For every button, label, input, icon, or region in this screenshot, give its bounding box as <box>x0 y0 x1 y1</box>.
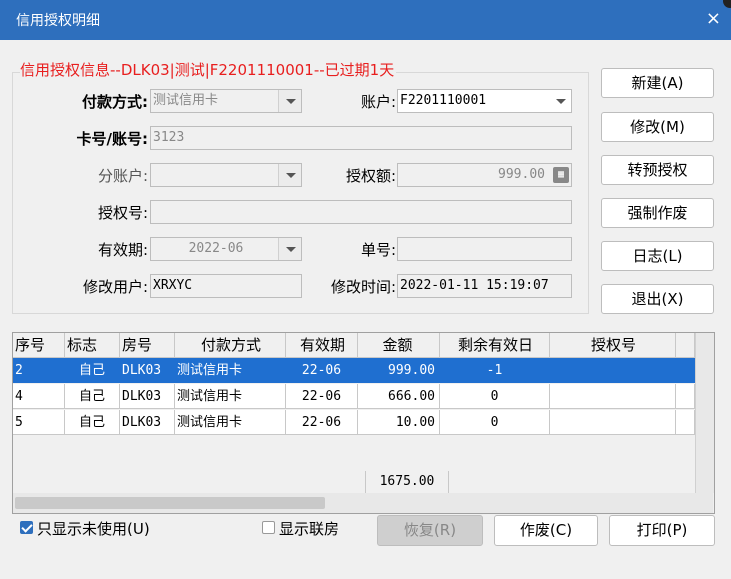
table-header-cell: 序号 <box>13 333 65 358</box>
modify-time-field[interactable]: 2022-01-11 15:19:07 <box>397 274 572 298</box>
show-linked-label[interactable]: 显示联房 <box>279 518 339 539</box>
modify-time-label: 修改时间: <box>330 278 396 296</box>
void-button[interactable]: 作废(C) <box>494 515 598 546</box>
table-cell: DLK03 <box>120 410 175 435</box>
payment-method-value: 测试信用卡 <box>153 93 219 108</box>
group-title: 信用授权信息--DLK03|测试|F2201110001--已过期1天 <box>20 59 397 80</box>
horizontal-scrollbar[interactable] <box>13 493 713 513</box>
table-cell: 5 <box>13 410 65 435</box>
table-cell: 自己 <box>65 384 120 409</box>
table-cell: 测试信用卡 <box>175 358 286 383</box>
table-header-cell: 付款方式 <box>175 333 286 358</box>
table-header-cell: 标志 <box>65 333 120 358</box>
table-cell: 10.00 <box>358 410 440 435</box>
table-cell: 22-06 <box>286 410 358 435</box>
table-header-cell: 房号 <box>120 333 175 358</box>
corner-decoration <box>723 0 731 8</box>
auth-number-label: 授权号: <box>97 204 148 222</box>
table-cell: 测试信用卡 <box>175 384 286 409</box>
payment-method-select[interactable]: 测试信用卡 <box>150 89 302 113</box>
calculator-icon[interactable]: ▦ <box>553 167 569 183</box>
only-unused-checkbox[interactable] <box>20 521 33 534</box>
modify-user-field[interactable]: XRXYC <box>150 274 302 298</box>
only-unused-label[interactable]: 只显示未使用(U) <box>37 518 150 539</box>
valid-date-label: 有效期: <box>97 241 148 259</box>
title-bar: 信用授权明细 × <box>0 0 731 40</box>
pre-auth-button[interactable]: 转预授权 <box>601 155 714 185</box>
chevron-down-icon <box>278 164 301 186</box>
card-number-label: 卡号/账号: <box>76 130 148 148</box>
table-cell: 22-06 <box>286 358 358 383</box>
valid-date-select[interactable]: 2022-06 <box>150 237 302 261</box>
table-cell: 0 <box>440 384 550 409</box>
table-cell <box>676 384 695 409</box>
table-cell: 4 <box>13 384 65 409</box>
close-icon[interactable]: × <box>706 8 721 29</box>
table-header-row: 序号 标志 房号 付款方式 有效期 金额 剩余有效日 授权号 <box>13 333 695 358</box>
table-cell: 666.00 <box>358 384 440 409</box>
table-cell: 999.00 <box>358 358 440 383</box>
vertical-scrollbar[interactable] <box>695 333 714 493</box>
table-cell: 自己 <box>65 410 120 435</box>
auth-number-field[interactable] <box>150 200 572 224</box>
restore-button[interactable]: 恢复(R) <box>377 515 483 546</box>
table-cell: 0 <box>440 410 550 435</box>
chevron-down-icon <box>278 90 301 112</box>
table-header-cell <box>676 333 695 358</box>
table-cell <box>550 410 676 435</box>
card-number-field[interactable]: 3123 <box>150 126 572 150</box>
auth-table[interactable]: 序号 标志 房号 付款方式 有效期 金额 剩余有效日 授权号 2 自己 DLK03 测试信用卡 22-0… <box>12 332 715 514</box>
valid-date-value: 2022-06 <box>188 241 244 256</box>
exit-button[interactable]: 退出(X) <box>601 284 714 314</box>
account-label: 账户: <box>360 93 396 111</box>
show-linked-checkbox[interactable] <box>262 521 275 534</box>
table-cell: DLK03 <box>120 384 175 409</box>
auth-amount-label: 授权额: <box>345 167 396 185</box>
table-cell: 测试信用卡 <box>175 410 286 435</box>
bill-number-label: 单号: <box>360 241 396 259</box>
new-button[interactable]: 新建(A) <box>601 68 714 98</box>
table-cell <box>676 358 695 383</box>
log-button[interactable]: 日志(L) <box>601 241 714 271</box>
table-cell: 22-06 <box>286 384 358 409</box>
table-row[interactable]: 5 自己 DLK03 测试信用卡 22-06 10.00 0 <box>13 410 695 435</box>
modify-user-label: 修改用户: <box>82 278 148 296</box>
table-cell: 2 <box>13 358 65 383</box>
scrollbar-thumb[interactable] <box>15 497 325 509</box>
chevron-down-icon <box>549 90 571 112</box>
table-cell: 自己 <box>65 358 120 383</box>
sub-account-select[interactable] <box>150 163 302 187</box>
bill-number-field[interactable] <box>397 237 572 261</box>
table-header-cell: 授权号 <box>550 333 676 358</box>
auth-amount-field[interactable]: 999.00 ▦ <box>397 163 572 187</box>
window-title: 信用授权明细 <box>16 13 100 29</box>
chevron-down-icon <box>278 238 301 260</box>
table-cell <box>550 384 676 409</box>
payment-method-label: 付款方式: <box>82 93 148 111</box>
account-value: F2201110001 <box>400 93 487 108</box>
auth-amount-value: 999.00 <box>498 167 545 182</box>
table-cell <box>676 410 695 435</box>
amount-total: 1675.00 <box>365 471 449 493</box>
table-row[interactable]: 2 自己 DLK03 测试信用卡 22-06 999.00 -1 <box>13 358 695 383</box>
table-header-cell: 金额 <box>358 333 440 358</box>
table-row[interactable]: 4 自己 DLK03 测试信用卡 22-06 666.00 0 <box>13 384 695 409</box>
account-select[interactable]: F2201110001 <box>397 89 572 113</box>
print-button[interactable]: 打印(P) <box>609 515 715 546</box>
table-cell: -1 <box>440 358 550 383</box>
force-void-button[interactable]: 强制作废 <box>601 198 714 228</box>
table-header-cell: 有效期 <box>286 333 358 358</box>
table-cell <box>550 358 676 383</box>
table-header-cell: 剩余有效日 <box>440 333 550 358</box>
table-cell: DLK03 <box>120 358 175 383</box>
modify-button[interactable]: 修改(M) <box>601 112 714 142</box>
sub-account-label: 分账户: <box>97 167 148 185</box>
